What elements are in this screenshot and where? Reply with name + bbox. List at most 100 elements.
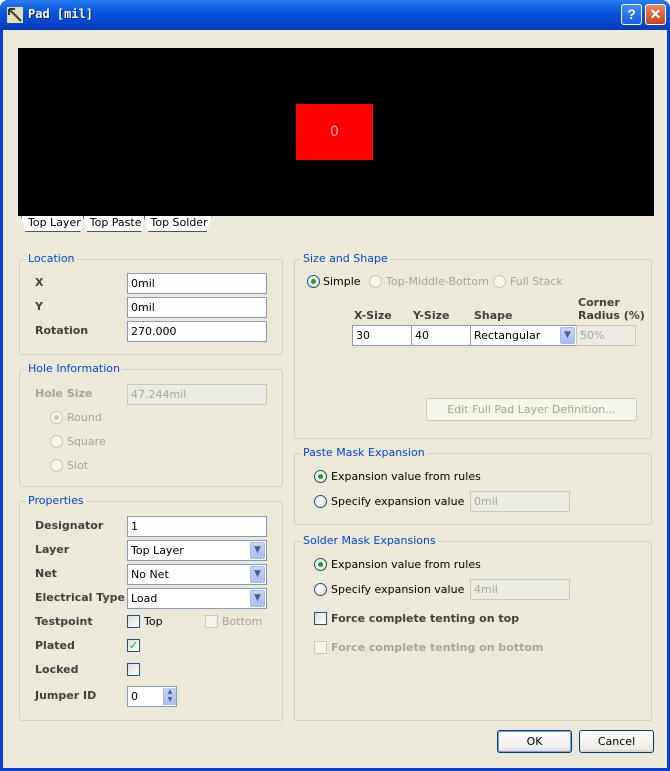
designator-label: Designator	[35, 519, 104, 532]
shape-header: Shape	[474, 309, 513, 322]
hole-slot-label: Slot	[67, 459, 89, 472]
hole-round-radio	[50, 411, 63, 424]
electrical-type-label: Electrical Type	[35, 591, 125, 604]
full-stack-label: Full Stack	[510, 275, 563, 288]
location-group-title: Location	[26, 252, 77, 265]
hole-info-group: Hole Information Hole Size 47.244mil Rou…	[19, 362, 283, 487]
solder-from-rules-radio[interactable]	[314, 558, 327, 571]
plated-checkbox[interactable]: ✓	[127, 639, 140, 652]
tab-top-paste[interactable]: Top Paste	[82, 216, 146, 232]
y-input[interactable]: 0mil	[127, 297, 267, 318]
paste-specify-input: 0mil	[470, 491, 570, 512]
solder-specify-input: 4mil	[470, 579, 570, 600]
full-stack-radio	[493, 275, 506, 288]
solder-mask-group-title: Solder Mask Expansions	[301, 534, 438, 547]
simple-label: Simple	[323, 275, 361, 288]
layer-label: Layer	[35, 543, 70, 556]
x-input[interactable]: 0mil	[127, 273, 267, 294]
tent-top-checkbox[interactable]	[314, 612, 327, 625]
size-shape-group-title: Size and Shape	[301, 252, 390, 265]
layer-select-value: Top Layer	[131, 544, 184, 557]
close-button[interactable]: ✕	[645, 4, 666, 25]
x-size-header: X-Size	[354, 309, 392, 322]
chevron-down-icon[interactable]: ▼	[560, 327, 575, 344]
corner-radius-header-line2: Radius (%)	[578, 309, 645, 322]
hole-size-input: 47.244mil	[127, 384, 267, 405]
testpoint-top-label: Top	[144, 615, 163, 628]
spinner-arrows-icon[interactable]: ▲ ▼	[163, 688, 176, 705]
net-label: Net	[35, 567, 57, 580]
corner-radius-header-line1: Corner	[578, 296, 620, 309]
properties-group: Properties Designator 1 Layer Top Layer …	[19, 494, 283, 721]
ok-button[interactable]: OK	[497, 730, 572, 753]
pad-shape: 0	[296, 104, 373, 160]
top-middle-bottom-radio	[369, 275, 382, 288]
layer-select[interactable]: Top Layer ▼	[127, 540, 267, 561]
rotation-input[interactable]: 270.000	[127, 321, 267, 342]
solder-specify-label: Specify expansion value	[331, 583, 465, 596]
testpoint-bottom-checkbox	[205, 615, 218, 628]
simple-radio[interactable]	[307, 275, 320, 288]
dialog-client-area: 0 Top Layer Top Paste Top Solder Location …	[3, 30, 667, 768]
location-group: Location X 0mil Y 0mil Rotation 270.000	[19, 252, 283, 355]
paste-specify-label: Specify expansion value	[331, 495, 465, 508]
rotation-label: Rotation	[35, 324, 89, 337]
jumper-id-stepper[interactable]: 0 ▲ ▼	[127, 686, 177, 707]
pad-dialog-window: Pad [mil] ? ✕ 0 Top Layer Top Paste Top So…	[0, 0, 670, 771]
x-label: X	[35, 276, 44, 289]
solder-specify-radio[interactable]	[314, 583, 327, 596]
tent-bottom-label: Force complete tenting on bottom	[331, 641, 544, 654]
pad-preview: 0	[18, 48, 654, 216]
chevron-down-icon[interactable]: ▼	[250, 542, 265, 559]
y-size-header: Y-Size	[413, 309, 450, 322]
net-select[interactable]: No Net ▼	[127, 564, 267, 585]
locked-checkbox[interactable]	[127, 663, 140, 676]
jumper-id-value: 0	[131, 690, 138, 703]
paste-from-rules-radio[interactable]	[314, 470, 327, 483]
hole-round-label: Round	[67, 411, 102, 424]
window-title: Pad [mil]	[28, 7, 94, 21]
edit-full-pad-layer-button: Edit Full Pad Layer Definition...	[426, 398, 637, 421]
electrical-type-select[interactable]: Load ▼	[127, 588, 267, 609]
top-middle-bottom-label: Top-Middle-Bottom	[386, 275, 489, 288]
plated-label: Plated	[35, 639, 75, 652]
help-button[interactable]: ?	[621, 4, 642, 25]
shape-select-value: Rectangular	[474, 329, 541, 342]
testpoint-top-checkbox[interactable]	[127, 615, 140, 628]
tab-top-layer[interactable]: Top Layer	[21, 216, 85, 232]
cancel-button[interactable]: Cancel	[579, 730, 654, 753]
app-icon	[7, 7, 23, 23]
tent-bottom-checkbox	[314, 641, 327, 654]
layer-tabs: Top Layer Top Paste Top Solder	[21, 216, 212, 234]
corner-radius-cell: 50%	[576, 325, 636, 346]
checkmark-icon: ✓	[128, 639, 139, 652]
net-select-value: No Net	[131, 568, 169, 581]
jumper-id-label: Jumper ID	[35, 689, 97, 702]
x-size-cell[interactable]: 30	[352, 325, 412, 346]
title-bar[interactable]: Pad [mil] ? ✕	[0, 0, 670, 30]
tab-top-solder[interactable]: Top Solder	[143, 216, 212, 232]
hole-square-label: Square	[67, 435, 106, 448]
paste-mask-group-title: Paste Mask Expansion	[301, 446, 427, 459]
properties-group-title: Properties	[26, 494, 86, 507]
electrical-type-value: Load	[131, 592, 158, 605]
testpoint-label: Testpoint	[35, 615, 93, 628]
hole-info-group-title: Hole Information	[26, 362, 122, 375]
hole-slot-radio	[50, 459, 63, 472]
shape-select[interactable]: Rectangular ▼	[470, 325, 577, 346]
solder-mask-group: Solder Mask Expansions Expansion value f…	[294, 534, 652, 721]
y-size-cell[interactable]: 40	[411, 325, 471, 346]
hole-square-radio	[50, 435, 63, 448]
chevron-down-icon[interactable]: ▼	[250, 590, 265, 607]
paste-from-rules-label: Expansion value from rules	[331, 470, 481, 483]
chevron-down-icon[interactable]: ▼	[250, 566, 265, 583]
locked-label: Locked	[35, 663, 79, 676]
y-label: Y	[35, 300, 43, 313]
hole-size-label: Hole Size	[35, 387, 93, 400]
paste-specify-radio[interactable]	[314, 495, 327, 508]
designator-input[interactable]: 1	[127, 516, 267, 537]
testpoint-bottom-label: Bottom	[222, 615, 263, 628]
size-shape-group: Size and Shape Simple Top-Middle-Bottom …	[294, 252, 652, 439]
tent-top-label: Force complete tenting on top	[331, 612, 520, 625]
solder-from-rules-label: Expansion value from rules	[331, 558, 481, 571]
